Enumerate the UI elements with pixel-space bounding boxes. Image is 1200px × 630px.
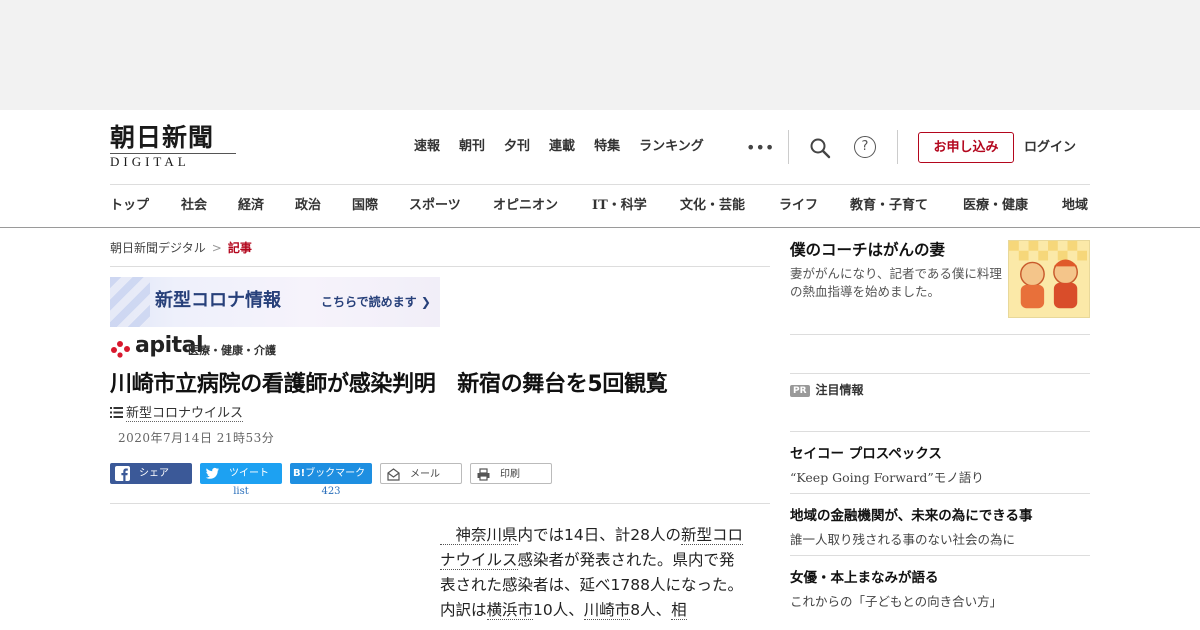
- pr-item-title: 女優・本上まなみが語る: [790, 570, 939, 586]
- body-link-sagamihara[interactable]: 相: [671, 601, 687, 620]
- top-nav-rensai[interactable]: 連載: [549, 138, 575, 156]
- site-logo[interactable]: 朝日新聞 DIGITAL: [110, 124, 242, 170]
- divider: [790, 431, 1090, 432]
- print-icon: [477, 468, 490, 481]
- facebook-share-button[interactable]: シェア: [110, 463, 192, 484]
- divider: [790, 373, 1090, 374]
- breadcrumb-home[interactable]: 朝日新聞デジタル: [110, 241, 206, 255]
- ad-banner: [0, 0, 1200, 110]
- top-nav-chokan[interactable]: 朝刊: [459, 138, 485, 156]
- cat-nav-sports[interactable]: スポーツ: [409, 197, 461, 215]
- hatena-bookmark-count[interactable]: 423: [290, 486, 372, 498]
- pr-item-title: セイコー プロスペックス: [790, 446, 942, 462]
- pr-item-desc: “Keep Going Forward”モノ語り: [790, 470, 984, 485]
- twitter-icon: [205, 467, 219, 479]
- pr-item-title: 地域の金融機関が、未来の為にできる事: [790, 508, 1033, 524]
- mail-icon: [387, 468, 400, 481]
- hatena-icon: B!: [293, 468, 306, 479]
- header-divider: [897, 130, 898, 164]
- apital-logo-icon: [111, 341, 130, 358]
- breadcrumb-separator: >: [211, 241, 222, 255]
- divider: [110, 503, 770, 504]
- divider: [790, 493, 1090, 494]
- topic-tag-link[interactable]: 新型コロナウイルス: [126, 406, 244, 422]
- twitter-share-button[interactable]: ツイート: [200, 463, 282, 484]
- cat-nav-international[interactable]: 国際: [352, 197, 378, 215]
- breadcrumb: 朝日新聞デジタル > 記事: [110, 240, 252, 256]
- body-link-kawasaki[interactable]: 川崎市: [583, 601, 631, 620]
- facebook-icon: [115, 466, 130, 481]
- corona-info-banner[interactable]: 新型コロナ情報 こちらで読めます ❯: [110, 277, 440, 327]
- list-icon: [110, 407, 123, 418]
- article-tag: 新型コロナウイルス: [110, 405, 244, 423]
- cat-nav-society[interactable]: 社会: [181, 197, 207, 215]
- breadcrumb-current: 記事: [227, 241, 252, 255]
- hatena-bookmark-button[interactable]: B!ブックマーク: [290, 463, 372, 484]
- more-icon[interactable]: •••: [746, 140, 774, 156]
- top-nav-yukan[interactable]: 夕刊: [504, 138, 530, 156]
- cat-nav-health[interactable]: 医療・健康: [963, 197, 1028, 215]
- sidebar-pr-item[interactable]: 地域の金融機関が、未来の為にできる事 誰一人取り残される事のない社会の為に: [790, 507, 1090, 548]
- site-header: 朝日新聞 DIGITAL 速報 朝刊 夕刊 連載 特集 ランキング ••• ? …: [0, 110, 1200, 228]
- sidebar-promo[interactable]: 僕のコーチはがんの妻 妻ががんになり、記者である僕に料理の熱血指導を始めました。: [790, 240, 1090, 320]
- apital-subtitle: 医療・健康・介護: [188, 344, 276, 357]
- header-divider: [788, 130, 789, 164]
- banner-decoration: [110, 277, 150, 327]
- body-text-segment: 内では14日、計28人の: [517, 526, 681, 544]
- corona-banner-title: 新型コロナ情報: [155, 290, 281, 311]
- pr-item-desc: これからの「子どもとの向き合い方」: [790, 594, 1003, 609]
- sidebar-pr-item[interactable]: セイコー プロスペックス “Keep Going Forward”モノ語り: [790, 445, 1090, 486]
- body-link-yokohama[interactable]: 横浜市: [486, 601, 534, 620]
- article-date: 2020年7月14日 21時53分: [118, 431, 275, 445]
- print-label: 印刷: [500, 469, 520, 480]
- promo-title: 僕のコーチはがんの妻: [790, 241, 946, 259]
- pr-badge: PR: [790, 385, 810, 397]
- top-nav-ranking[interactable]: ランキング: [639, 138, 704, 156]
- pr-heading-text: 注目情報: [815, 383, 864, 397]
- divider: [110, 266, 770, 267]
- cat-nav-life[interactable]: ライフ: [779, 197, 818, 215]
- cat-nav-it-science[interactable]: IT・科学: [592, 197, 647, 215]
- login-link[interactable]: ログイン: [1024, 139, 1076, 157]
- facebook-share-label: シェア: [139, 468, 169, 479]
- body-text-segment: 10人、: [533, 601, 584, 619]
- print-button[interactable]: 印刷: [470, 463, 552, 484]
- promo-illustration: [1008, 240, 1090, 318]
- search-icon[interactable]: [809, 137, 831, 159]
- cat-nav-top[interactable]: トップ: [110, 197, 149, 215]
- cat-nav-education[interactable]: 教育・子育て: [850, 197, 928, 215]
- hatena-bookmark-label: B!ブックマーク: [293, 463, 365, 484]
- twitter-share-label: ツイート: [229, 468, 269, 479]
- twitter-share-count[interactable]: list: [200, 486, 282, 498]
- mail-share-label: メール: [410, 469, 440, 480]
- corona-banner-cta: こちらで読めます ❯: [321, 295, 431, 309]
- sidebar-pr-item[interactable]: 女優・本上まなみが語る これからの「子どもとの向き合い方」: [790, 569, 1090, 610]
- pr-item-desc: 誰一人取り残される事のない社会の為に: [790, 532, 1016, 547]
- logo-text-en: DIGITAL: [110, 153, 236, 169]
- article-body: 神奈川県内では14日、計28人の新型コロナウイルス感染者が発表された。県内で発表…: [440, 523, 750, 623]
- pr-section-heading: PR 注目情報: [790, 382, 864, 398]
- top-nav: 速報 朝刊 夕刊 連載 特集 ランキング: [414, 138, 723, 156]
- category-nav: トップ 社会 経済 政治 国際 スポーツ オピニオン IT・科学 文化・芸能 ラ…: [110, 184, 1090, 228]
- cat-nav-politics[interactable]: 政治: [295, 197, 321, 215]
- cat-nav-opinion[interactable]: オピニオン: [493, 197, 558, 215]
- top-nav-sokuho[interactable]: 速報: [414, 138, 440, 156]
- cat-nav-economy[interactable]: 経済: [238, 197, 264, 215]
- cat-nav-local[interactable]: 地域: [1062, 197, 1088, 215]
- subscribe-button[interactable]: お申し込み: [918, 132, 1014, 163]
- divider: [790, 555, 1090, 556]
- top-nav-tokushu[interactable]: 特集: [594, 138, 620, 156]
- body-link-kanagawa[interactable]: 神奈川県: [440, 526, 518, 545]
- mail-share-button[interactable]: メール: [380, 463, 462, 484]
- cat-nav-culture[interactable]: 文化・芸能: [680, 197, 745, 215]
- divider: [790, 334, 1090, 335]
- logo-text-jp: 朝日新聞: [110, 123, 215, 152]
- article-headline: 川崎市立病院の看護師が感染判明 新宿の舞台を5回観覧: [110, 372, 668, 397]
- body-text-segment: 8人、: [630, 601, 672, 619]
- help-icon[interactable]: ?: [854, 136, 876, 158]
- hatena-bookmark-text: ブックマーク: [305, 468, 366, 479]
- promo-description: 妻ががんになり、記者である僕に料理の熱血指導を始めました。: [790, 266, 1002, 299]
